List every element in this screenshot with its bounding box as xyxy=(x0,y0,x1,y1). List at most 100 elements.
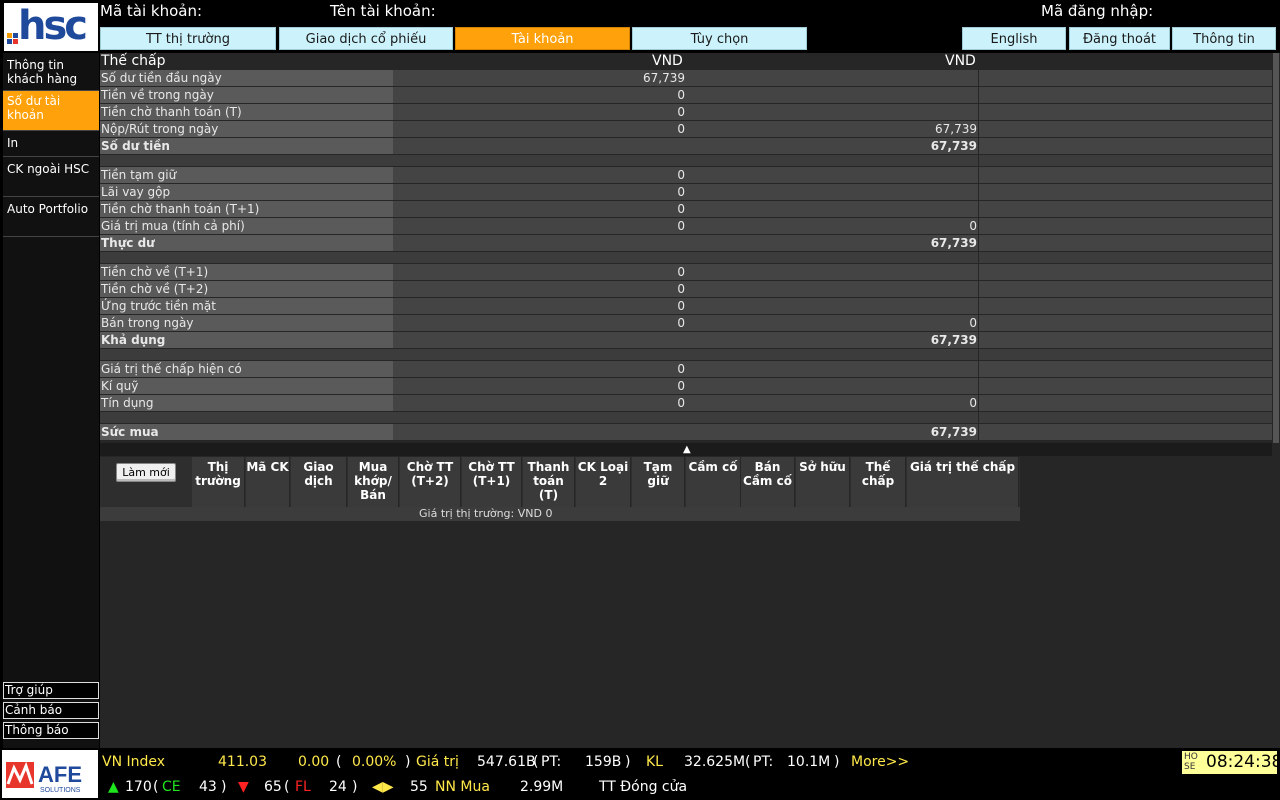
unchanged-arrows-icon: ◀▶ xyxy=(372,779,394,795)
clock-time: 08:24:38 xyxy=(1206,752,1280,772)
balance-row-spacer xyxy=(979,332,1272,348)
sidebar-item-external-securities[interactable]: CK ngoài HSC xyxy=(3,159,99,197)
balance-row: Bán trong ngày 0 0 xyxy=(100,315,1272,332)
balance-row-spacer xyxy=(979,167,1272,183)
tab-account[interactable]: Tài khoản xyxy=(455,27,630,50)
balance-scrollbar[interactable] xyxy=(1273,53,1279,443)
balance-row-value-2: 67,739 xyxy=(686,424,978,440)
sidebar-item-auto-portfolio[interactable]: Auto Portfolio xyxy=(3,199,99,237)
floor-count: 24 xyxy=(329,779,347,795)
panel-splitter[interactable]: ▲ xyxy=(100,443,1272,456)
balance-row: Giá trị mua (tính cả phí) 0 0 xyxy=(100,218,1272,235)
balance-row-value-1: 0 xyxy=(393,264,686,280)
balance-row-value-2 xyxy=(686,155,978,166)
holdings-column-header[interactable]: Chờ TT (T+1) xyxy=(462,457,522,507)
tab-info[interactable]: Thông tin xyxy=(1172,27,1276,50)
balance-row-value-2 xyxy=(686,201,978,217)
market-value-footer: Giá trị thị trường: VND 0 xyxy=(100,507,1020,521)
ceiling-count: 43 xyxy=(199,779,217,795)
balance-row-label xyxy=(100,412,393,423)
holdings-column-header[interactable]: Sở hữu xyxy=(796,457,850,507)
balance-row: Lãi vay gộp 0 xyxy=(100,184,1272,201)
market-clock: HO SE 08:24:38 xyxy=(1182,751,1280,774)
balance-row-value-1: 0 xyxy=(393,201,686,217)
balance-row-spacer xyxy=(979,70,1272,86)
balance-row-value-1: 0 xyxy=(393,218,686,234)
tab-options[interactable]: Tùy chọn xyxy=(632,27,807,50)
balance-row-spacer xyxy=(979,184,1272,200)
holdings-column-header[interactable]: Bán Cầm cố xyxy=(741,457,795,507)
balance-row: Nộp/Rút trong ngày 0 67,739 xyxy=(100,121,1272,138)
balance-row-value-2 xyxy=(686,412,978,423)
tab-logout[interactable]: Đăng thoát xyxy=(1069,27,1170,50)
holdings-column-header[interactable]: CK Loại 2 xyxy=(576,457,631,507)
hsc-logo: hsc xyxy=(4,3,98,51)
holdings-column-header[interactable]: Cầm cố xyxy=(686,457,741,507)
balance-row-value-2: 0 xyxy=(686,218,978,234)
balance-row-label xyxy=(100,155,393,166)
balance-row: Số dư tiền đầu ngày 67,739 xyxy=(100,70,1272,87)
balance-row-spacer xyxy=(979,378,1272,394)
sidebar-item-customer-info[interactable]: Thông tin khách hàng xyxy=(3,55,99,91)
holdings-column-header[interactable]: Thanh toán (T) xyxy=(523,457,575,507)
balance-row-value-2 xyxy=(686,87,978,103)
balance-row-value-2: 0 xyxy=(686,315,978,331)
holdings-column-header[interactable]: Giao dịch xyxy=(291,457,347,507)
index-change: 0.00 xyxy=(298,754,330,770)
balance-row-spacer xyxy=(979,412,1272,423)
holdings-column-header[interactable]: Chờ TT (T+2) xyxy=(400,457,461,507)
holdings-column-header[interactable]: Mã CK xyxy=(246,457,290,507)
balance-row-value-1: 0 xyxy=(393,298,686,314)
tab-stock-trading[interactable]: Giao dịch cổ phiếu xyxy=(279,27,453,50)
balance-row: Tiền chờ về (T+1) 0 xyxy=(100,264,1272,281)
notifications-button[interactable]: Thông báo xyxy=(3,722,99,739)
refresh-button[interactable]: Làm mới xyxy=(116,463,176,482)
balance-row-label: Số dư tiền xyxy=(100,138,393,154)
trade-volume-pt: 10.1M xyxy=(787,754,831,770)
balance-row-label xyxy=(100,252,393,263)
balance-row-value-1 xyxy=(393,332,686,348)
holdings-column-header[interactable]: Thị trường xyxy=(192,457,245,507)
volume-label: KL xyxy=(646,754,663,770)
balance-row-spacer xyxy=(979,298,1272,314)
balance-row: Tiền chờ thanh toán (T+1) 0 xyxy=(100,201,1272,218)
balance-row-label: Tiền về trong ngày xyxy=(100,87,393,103)
collateral-title: Thế chấp xyxy=(101,53,166,69)
sidebar-item-print[interactable]: In xyxy=(3,133,99,157)
balance-row: Tiền chờ thanh toán (T) 0 xyxy=(100,104,1272,121)
balance-row-value-1 xyxy=(393,412,686,423)
holdings-column-header[interactable]: Tạm giữ xyxy=(632,457,685,507)
balance-row: Tiền về trong ngày 0 xyxy=(100,87,1272,104)
balance-row-spacer xyxy=(979,201,1272,217)
account-number-label: Mã tài khoản: xyxy=(100,2,203,20)
balance-row-value-1 xyxy=(393,235,686,251)
balance-separator-row xyxy=(100,412,1272,424)
help-button[interactable]: Trợ giúp xyxy=(3,682,99,699)
balance-row-value-1: 0 xyxy=(393,315,686,331)
holdings-column-header[interactable]: Giá trị thế chấp xyxy=(907,457,1019,507)
collapse-up-icon[interactable]: ▲ xyxy=(683,444,691,455)
logo-wordmark: hsc xyxy=(18,3,88,49)
tab-english[interactable]: English xyxy=(962,27,1066,50)
value-pt-label: PT: xyxy=(541,754,562,770)
alerts-button[interactable]: Cảnh báo xyxy=(3,702,99,719)
tab-market-info[interactable]: TT thị trường xyxy=(100,27,276,50)
balance-row-spacer xyxy=(979,155,1272,166)
holdings-column-header[interactable]: Thế chấp xyxy=(851,457,906,507)
balance-row-spacer xyxy=(979,349,1272,360)
balance-row-label: Giá trị thế chấp hiện có xyxy=(100,361,393,377)
balance-row-spacer xyxy=(979,252,1272,263)
sidebar-item-account-balance[interactable]: Số dư tài khoản xyxy=(3,91,99,131)
index-name: VN Index xyxy=(102,754,166,770)
value-label: Giá trị xyxy=(416,754,459,770)
balance-row-label: Tiền chờ thanh toán (T+1) xyxy=(100,201,393,217)
holdings-column-header[interactable]: Mua khớp/ Bán xyxy=(348,457,399,507)
balance-row-value-2 xyxy=(686,281,978,297)
balance-row-value-1: 0 xyxy=(393,104,686,120)
decline-arrow-icon: ▼ xyxy=(238,779,249,795)
trade-volume: 32.625M xyxy=(684,754,746,770)
more-link[interactable]: More>> xyxy=(851,754,909,770)
balance-row-value-2 xyxy=(686,361,978,377)
afe-solutions-logo: AFE SOLUTIONS xyxy=(2,750,98,798)
balance-row: Khả dụng 67,739 xyxy=(100,332,1272,349)
